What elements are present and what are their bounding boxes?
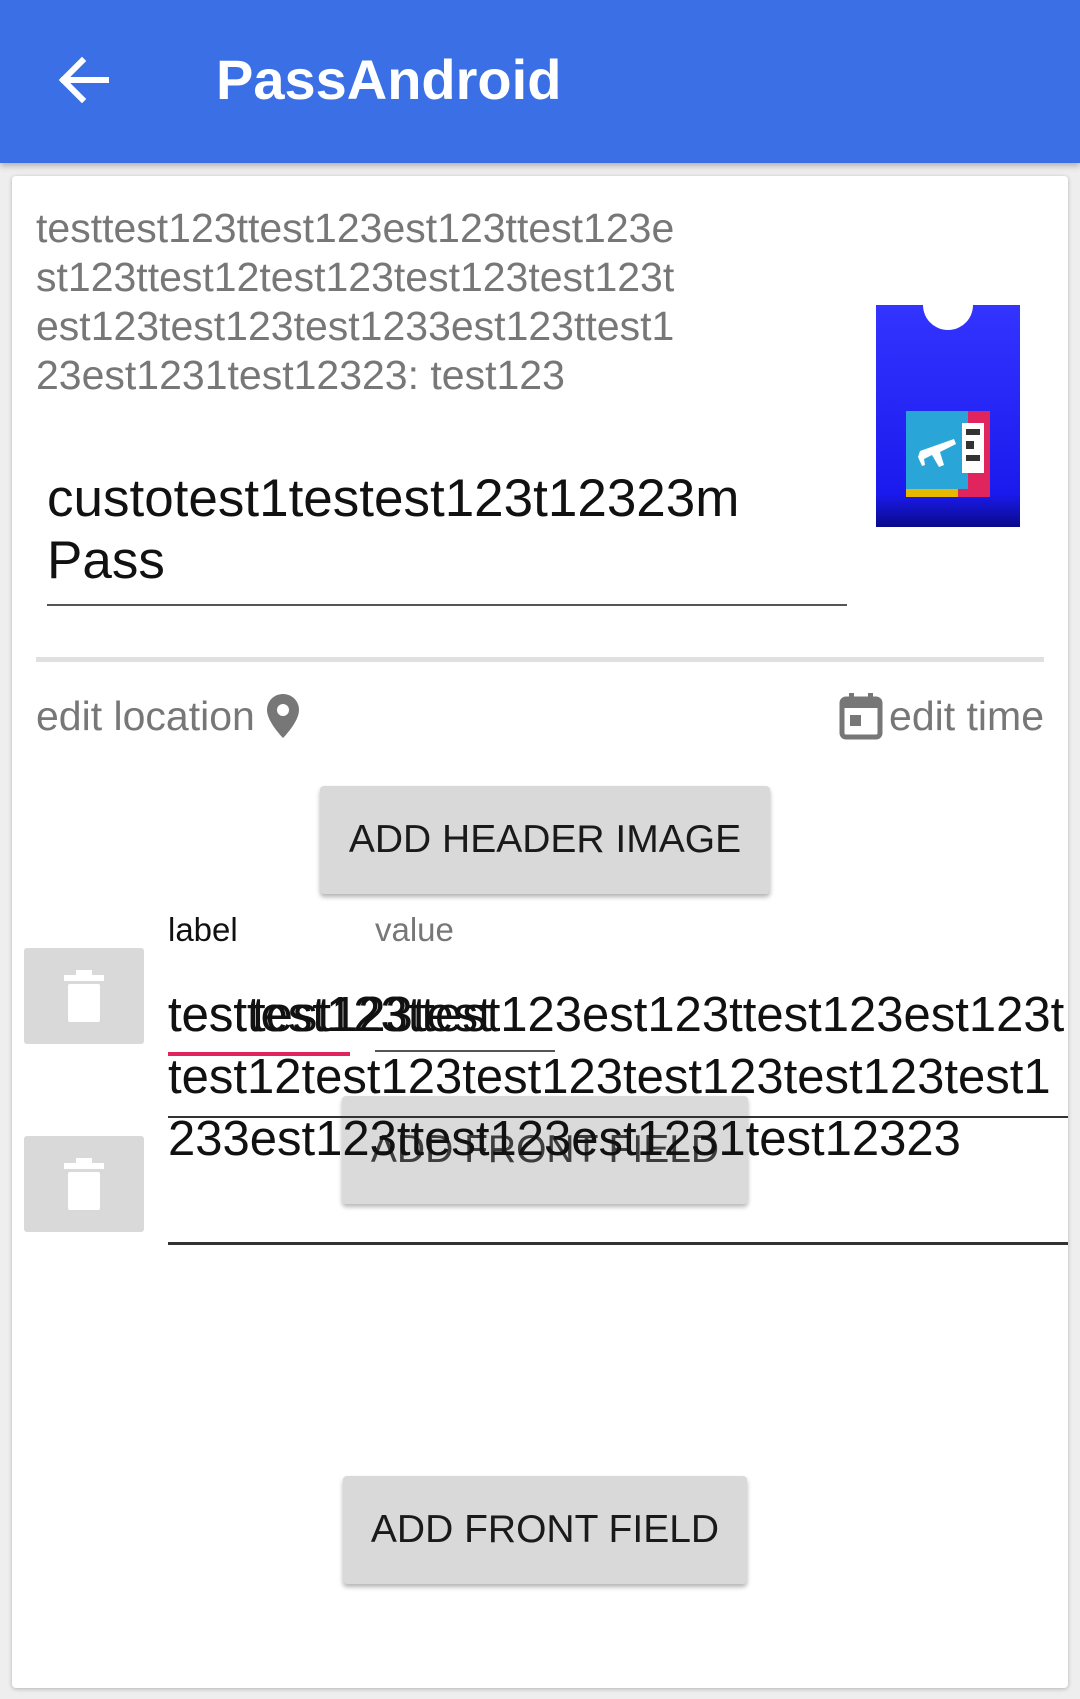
delete-field-button[interactable]: [24, 1136, 144, 1232]
arrow-left-icon: [58, 56, 109, 104]
pass-description: testtest123ttest123est123ttest123est123t…: [36, 205, 675, 398]
edit-time-label: edit time: [889, 692, 1044, 739]
field-value-caption: value: [375, 911, 454, 948]
back-button[interactable]: [50, 45, 120, 115]
edit-location-label: edit location: [36, 692, 255, 739]
value-input-underline: [168, 1116, 1068, 1118]
pass-name-input[interactable]: custotest1testest123t12323m Pass: [47, 468, 847, 606]
map-pin-icon: [266, 694, 299, 738]
field-label-caption: label: [168, 911, 238, 948]
section-divider: [36, 657, 1044, 662]
pass-edit-card: testtest123ttest123est123ttest123est123t…: [12, 176, 1068, 1688]
edit-time-button[interactable]: edit time: [839, 686, 1044, 746]
add-front-field-button[interactable]: ADD FRONT FIELD: [343, 1476, 747, 1584]
add-header-image-button[interactable]: ADD HEADER IMAGE: [320, 786, 770, 894]
app-bar: PassAndroid: [0, 0, 1080, 163]
trash-icon: [64, 970, 104, 1022]
calendar-icon: [839, 693, 883, 740]
trash-icon: [64, 1158, 104, 1210]
boarding-pass-icon[interactable]: [876, 305, 1020, 527]
app-title: PassAndroid: [216, 48, 562, 111]
field-value-input[interactable]: testtest123ttest123est123ttest123est123t…: [168, 984, 1068, 1176]
value-input-underline: [168, 1242, 1068, 1245]
edit-location-button[interactable]: edit location: [36, 686, 301, 746]
delete-field-button[interactable]: [24, 948, 144, 1044]
